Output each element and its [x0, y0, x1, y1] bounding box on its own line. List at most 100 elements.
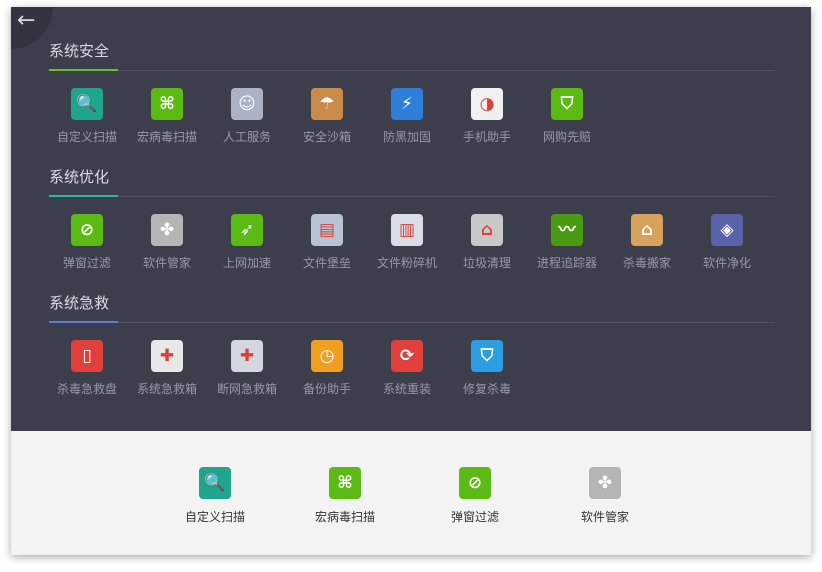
icon-glyph: ✚ [239, 345, 255, 366]
tool-item[interactable]: ◷ 备份助手 [287, 340, 367, 397]
icon-glyph: 🔍 [76, 93, 98, 114]
section-divider [49, 69, 775, 71]
tool-label: 进程追踪器 [536, 256, 597, 270]
tool-item[interactable]: ✚ 系统急救箱 [127, 340, 207, 397]
tool-label: 上网加速 [222, 256, 271, 270]
tool-item[interactable]: ▥ 文件粉碎机 [367, 214, 447, 271]
tool-item[interactable]: ▯ 杀毒急救盘 [47, 340, 127, 397]
section-1: 系统安全 🔍 自定义扫描 ⌘ 宏病毒扫描 ☺ 人工服务 ☂ 安全沙箱 ⚡ 防黑加固 ◑ 手机助手 ⛉ 网购先… [49, 40, 775, 144]
tool-label: 自定义扫描 [56, 130, 117, 144]
tools-panel: ← 系统安全 🔍 自定义扫描 ⌘ 宏病毒扫描 ☺ 人工服务 ☂ 安全沙箱 ⚡ 防黑加固 ◑ 手机助手 ⛉ 网… [11, 7, 811, 431]
tool-label: 系统重装 [382, 382, 431, 396]
software-manager-icon: ✤ [151, 214, 183, 246]
shredder-icon: ▥ [391, 214, 423, 246]
shortcut-item[interactable]: ✤ 软件管家 [555, 467, 655, 525]
tool-label: 系统急救箱 [136, 382, 197, 396]
icon-glyph: ▥ [398, 219, 416, 240]
tool-label: 人工服务 [222, 130, 271, 144]
tool-label: 备份助手 [302, 382, 351, 396]
tool-label: 自定义扫描 [184, 510, 245, 524]
tool-label: 网购先赔 [542, 130, 591, 144]
backup-icon: ◷ [311, 340, 343, 372]
icon-glyph: ▤ [318, 219, 336, 240]
icon-glyph: ⊘ [467, 472, 483, 493]
tool-label: 宏病毒扫描 [136, 130, 197, 144]
icon-glyph: ◈ [720, 219, 734, 240]
section-accent [49, 195, 118, 197]
tool-label: 防黑加固 [382, 130, 431, 144]
section-title: 系统安全 [49, 42, 110, 60]
icon-glyph: 🔍 [204, 472, 226, 493]
file-fortress-icon: ▤ [311, 214, 343, 246]
tool-label: 弹窗过滤 [62, 256, 111, 270]
phone-assistant-icon: ◑ [471, 88, 503, 120]
macro-scan-icon: ⌘ [151, 88, 183, 120]
process-tracker-icon: 〰 [551, 214, 583, 246]
tool-item[interactable]: ⌘ 宏病毒扫描 [127, 88, 207, 145]
shortcut-item[interactable]: ⌘ 宏病毒扫描 [295, 467, 395, 525]
network-rescue-icon: ✚ [231, 340, 263, 372]
shortcut-item[interactable]: ⊘ 弹窗过滤 [425, 467, 525, 525]
section-items: ▯ 杀毒急救盘 ✚ 系统急救箱 ✚ 断网急救箱 ◷ 备份助手 ⟳ 系统重装 ⛉ 修复杀毒 [49, 340, 811, 400]
tool-item[interactable]: ☂ 安全沙箱 [287, 88, 367, 145]
macro-scan-icon: ⌘ [329, 467, 361, 499]
tool-item[interactable]: ⟳ 系统重装 [367, 340, 447, 397]
tool-label: 文件堡垒 [302, 256, 351, 270]
tool-item[interactable]: ◑ 手机助手 [447, 88, 527, 145]
tool-item[interactable]: ⛉ 修复杀毒 [447, 340, 527, 397]
section-3: 系统急救 ▯ 杀毒急救盘 ✚ 系统急救箱 ✚ 断网急救箱 ◷ 备份助手 ⟳ 系统重装 ⛉ 修复杀毒 [49, 292, 775, 396]
icon-glyph: ◷ [319, 345, 335, 366]
tool-item[interactable]: ⌂ 杀毒搬家 [607, 214, 687, 271]
icon-glyph: ☂ [319, 93, 335, 114]
icon-glyph: ✤ [597, 472, 613, 493]
tool-label: 弹窗过滤 [450, 510, 499, 524]
doctor-icon: ☺ [231, 88, 263, 120]
tool-item[interactable]: ⌂ 垃圾清理 [447, 214, 527, 271]
popup-filter-icon: ⊘ [71, 214, 103, 246]
repair-shield-icon: ⛉ [471, 340, 503, 372]
tool-label: 断网急救箱 [216, 382, 277, 396]
section-divider [49, 195, 775, 197]
tool-item[interactable]: ✤ 软件管家 [127, 214, 207, 271]
icon-glyph: ⛉ [560, 93, 574, 114]
section-title: 系统优化 [49, 168, 110, 186]
shield-cart-icon: ⛉ [551, 88, 583, 120]
section-items: ⊘ 弹窗过滤 ✤ 软件管家 ➶ 上网加速 ▤ 文件堡垒 ▥ 文件粉碎机 ⌂ 垃圾清理 〰进程追踪器 ⌂ 杀毒… [49, 214, 811, 274]
icon-glyph: ☺ [238, 93, 256, 114]
icon-glyph: ⌂ [480, 219, 494, 240]
icon-glyph: ⌘ [337, 472, 353, 493]
tool-label: 杀毒搬家 [622, 256, 671, 270]
reinstall-icon: ⟳ [391, 340, 423, 372]
icon-glyph: ⌂ [640, 219, 654, 240]
back-button[interactable]: ← [11, 7, 53, 49]
toolbox-window: ← 系统安全 🔍 自定义扫描 ⌘ 宏病毒扫描 ☺ 人工服务 ☂ 安全沙箱 ⚡ 防黑加固 ◑ 手机助手 ⛉ 网… [11, 7, 811, 555]
section-2: 系统优化 ⊘ 弹窗过滤 ✤ 软件管家 ➶ 上网加速 ▤ 文件堡垒 ▥ 文件粉碎机 ⌂ 垃圾清理 〰进程追踪… [49, 166, 775, 270]
shortcut-item[interactable]: 🔍 自定义扫描 [165, 467, 265, 525]
tool-item[interactable]: ◈ 软件净化 [687, 214, 767, 271]
icon-glyph: ⛉ [480, 345, 494, 366]
icon-glyph: ➶ [239, 219, 255, 240]
tool-item[interactable]: 〰进程追踪器 [527, 214, 607, 271]
rocket-icon: ➶ [231, 214, 263, 246]
section-accent [49, 321, 118, 323]
tool-label: 软件净化 [702, 256, 751, 270]
tool-item[interactable]: ☺ 人工服务 [207, 88, 287, 145]
sandbox-icon: ☂ [311, 88, 343, 120]
tool-label: 杀毒急救盘 [56, 382, 117, 396]
tool-item[interactable]: ➶ 上网加速 [207, 214, 287, 271]
cleanup-icon: ⌂ [471, 214, 503, 246]
tool-item[interactable]: ⛉ 网购先赔 [527, 88, 607, 145]
tool-item[interactable]: ⊘ 弹窗过滤 [47, 214, 127, 271]
shortcut-bar: 🔍 自定义扫描 ⌘ 宏病毒扫描 ⊘ 弹窗过滤 ✤ 软件管家 [11, 431, 811, 555]
section-divider [49, 321, 775, 323]
tool-label: 软件管家 [142, 256, 191, 270]
antivirus-move-icon: ⌂ [631, 214, 663, 246]
first-aid-kit-icon: ✚ [151, 340, 183, 372]
tool-item[interactable]: ✚ 断网急救箱 [207, 340, 287, 397]
tool-item[interactable]: ⚡ 防黑加固 [367, 88, 447, 145]
icon-glyph: ⟳ [399, 345, 415, 366]
tool-item[interactable]: ▤ 文件堡垒 [287, 214, 367, 271]
tool-item[interactable]: 🔍 自定义扫描 [47, 88, 127, 145]
section-title: 系统急救 [49, 294, 110, 312]
icon-glyph: 〰 [558, 219, 576, 240]
